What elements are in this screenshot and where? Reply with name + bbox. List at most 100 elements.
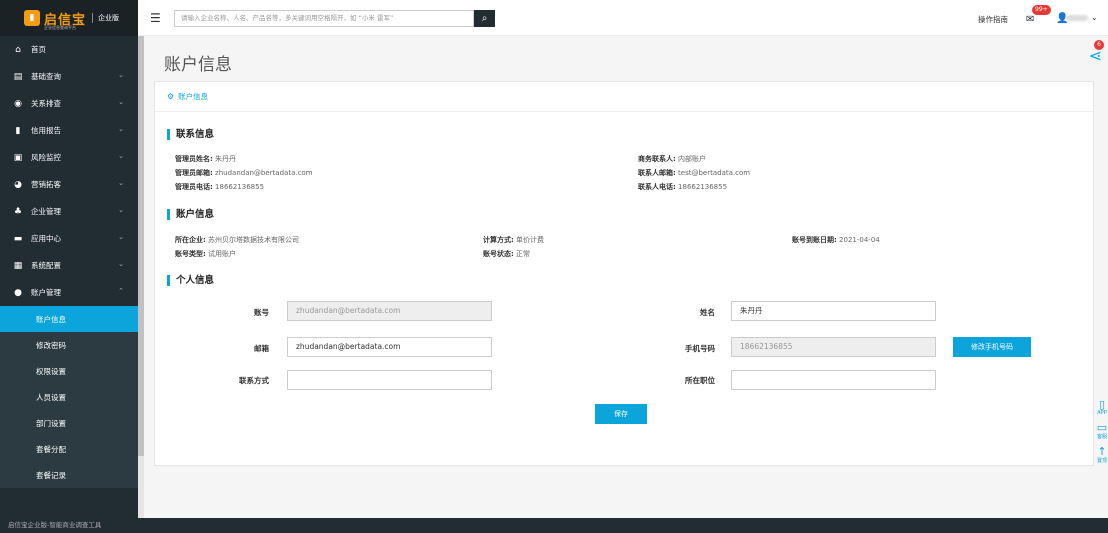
sidebar-item-label: 基础查询 xyxy=(31,72,61,81)
search-button[interactable]: ⌕ xyxy=(474,10,495,27)
chevron-down-icon: ⌄ xyxy=(118,179,124,187)
admin-phone: 管理员电话: 18662136855 xyxy=(175,183,265,191)
gear-icon: ⚙ xyxy=(167,92,175,101)
app-icon: ▬ xyxy=(13,233,23,244)
chevron-down-icon: ⌄ xyxy=(118,206,124,214)
sidebar-item-label: 账户管理 xyxy=(31,288,61,297)
email-field[interactable]: zhudandan@bertadata.com xyxy=(287,337,492,357)
footer: 启信宝企业版-智能商业调查工具 xyxy=(0,518,1108,533)
account-field: zhudandan@bertadata.com xyxy=(287,301,492,321)
contact-phone: 联系人电话: 18662136855 xyxy=(638,183,728,191)
chevron-down-icon: ⌄ xyxy=(118,233,124,241)
mobile-field: 18662136855 xyxy=(731,337,936,357)
phone-icon: ▯ xyxy=(1098,398,1106,411)
mail-icon[interactable]: ✉ xyxy=(1026,14,1034,25)
sidebar-item-system[interactable]: ▦ 系统配置 ⌄ xyxy=(0,252,138,279)
search-input[interactable]: 请输入企业名称、人名、产品名等，多关键词用空格隔开，如 “小米 雷军” xyxy=(174,10,474,27)
brand-edition: 企业版 xyxy=(92,13,119,23)
email-label: 邮箱 xyxy=(254,344,269,353)
main-content: 账户信息 ⋖ 6 ⚙ 账户信息 联系信息 管理员姓名: 朱丹丹 管理员邮箱: z… xyxy=(144,36,1108,518)
support-float-button[interactable]: ▭ 客服 xyxy=(1096,422,1108,440)
chevron-down-icon[interactable]: ⌄ xyxy=(1091,13,1098,22)
account-type: 账号类型: 试用账户 xyxy=(175,250,237,258)
sidebar-item-risk-monitor[interactable]: ▣ 风险监控 ⌄ xyxy=(0,144,138,171)
submenu-change-password[interactable]: 修改密码 xyxy=(0,332,138,358)
chevron-down-icon: ⌄ xyxy=(118,152,124,160)
contact-field[interactable] xyxy=(287,370,492,390)
submenu-permissions[interactable]: 权限设置 xyxy=(0,358,138,384)
sidebar-item-label: 关系排查 xyxy=(31,99,61,108)
sidebar-menu: ⌂ 首页 ▤ 基础查询 ⌄ ◉ 关系排查 ⌄ ▮ 信用报告 ⌄ ▣ 风险监控 ⌄ ◕ 营销拓客 ⌄ ♣… xyxy=(0,36,138,306)
grid-icon: ▦ xyxy=(13,260,23,271)
sidebar-item-enterprise[interactable]: ♣ 企业管理 ⌄ xyxy=(0,198,138,225)
position-label: 所在职位 xyxy=(685,376,715,385)
arrow-up-icon: ↑ xyxy=(1097,445,1107,458)
sidebar-item-home[interactable]: ⌂ 首页 xyxy=(0,36,138,63)
section-contact: 联系信息 xyxy=(167,129,214,140)
book-icon: ▮ xyxy=(15,125,21,136)
clipboard-icon: ▤ xyxy=(13,71,23,82)
submenu-staff[interactable]: 人员设置 xyxy=(0,384,138,410)
admin-name: 管理员姓名: 朱丹丹 xyxy=(175,155,237,163)
sidebar-item-label: 应用中心 xyxy=(31,234,61,243)
sitemap-icon: ♣ xyxy=(13,206,23,217)
chevron-down-icon: ⌄ xyxy=(118,260,124,268)
card-header: ⚙ 账户信息 xyxy=(155,82,1093,112)
submenu-department[interactable]: 部门设置 xyxy=(0,410,138,436)
contact-label: 联系方式 xyxy=(239,376,269,385)
search-icon: ⌕ xyxy=(481,13,488,24)
account-label: 账号 xyxy=(254,308,269,317)
sidebar-item-label: 企业管理 xyxy=(31,207,61,216)
billing-method: 计算方式: 单价计费 xyxy=(483,236,545,244)
section-account: 账户信息 xyxy=(167,209,214,220)
chat-icon: ▭ xyxy=(1096,421,1108,434)
sidebar-item-app-center[interactable]: ▬ 应用中心 ⌄ xyxy=(0,225,138,252)
chevron-down-icon: ⌄ xyxy=(118,71,124,79)
mobile-label: 手机号码 xyxy=(685,344,715,353)
sidebar-item-marketing[interactable]: ◕ 营销拓客 ⌄ xyxy=(0,171,138,198)
account-expiry: 账号到账日期: 2021-04-04 xyxy=(792,236,880,244)
network-icon: ◉ xyxy=(14,98,22,109)
account-card: ⚙ 账户信息 联系信息 管理员姓名: 朱丹丹 管理员邮箱: zhudandan@… xyxy=(154,81,1094,466)
account-submenu: 账户信息 修改密码 权限设置 人员设置 部门设置 套餐分配 套餐记录 xyxy=(0,306,138,488)
position-field[interactable] xyxy=(731,370,936,390)
home-icon: ⌂ xyxy=(15,44,21,55)
sidebar-item-basic-query[interactable]: ▤ 基础查询 ⌄ xyxy=(0,63,138,90)
sidebar-item-relation[interactable]: ◉ 关系排查 ⌄ xyxy=(0,90,138,117)
logo[interactable]: ▮ 启信宝 企业版 企业信息查询平台 xyxy=(0,0,138,36)
sidebar-item-label: 首页 xyxy=(31,45,46,54)
biz-contact: 商务联系人: 内部账户 xyxy=(638,155,707,163)
submenu-package-allocation[interactable]: 套餐分配 xyxy=(0,436,138,462)
name-label: 姓名 xyxy=(700,308,715,317)
sidebar-item-label: 系统配置 xyxy=(31,261,61,270)
submenu-account-info[interactable]: 账户信息 xyxy=(0,306,138,332)
page-title: 账户信息 xyxy=(164,55,232,75)
sidebar-item-credit-report[interactable]: ▮ 信用报告 ⌄ xyxy=(0,117,138,144)
section-personal: 个人信息 xyxy=(167,275,214,286)
monitor-icon: ▣ xyxy=(13,152,23,163)
chevron-down-icon: ⌄ xyxy=(118,125,124,133)
user-name-blurred[interactable] xyxy=(1066,15,1088,21)
guide-link[interactable]: 操作指南 xyxy=(978,14,1008,25)
admin-email: 管理员邮箱: zhudandan@bertadata.com xyxy=(175,169,313,177)
chevron-up-icon: ⌃ xyxy=(118,287,124,295)
submenu-package-records[interactable]: 套餐记录 xyxy=(0,462,138,488)
save-button[interactable]: 保存 xyxy=(595,404,647,424)
sidebar-item-account[interactable]: ● 账户管理 ⌃ xyxy=(0,279,138,306)
share-badge: 6 xyxy=(1094,40,1104,50)
chevron-down-icon: ⌄ xyxy=(118,98,124,106)
float-toolbar: ▯ APP ▭ 客服 ↑ 置顶 xyxy=(1096,399,1108,470)
logo-mark-icon: ▮ xyxy=(24,10,40,26)
top-float-button[interactable]: ↑ 置顶 xyxy=(1096,446,1108,464)
company: 所在企业: 苏州贝尔塔数据技术有限公司 xyxy=(175,236,300,244)
brand-tagline: 企业信息查询平台 xyxy=(44,25,76,30)
sidebar-item-label: 风险监控 xyxy=(31,153,61,162)
contact-email: 联系人邮箱: test@bertadata.com xyxy=(638,169,751,177)
sidebar-item-label: 营销拓客 xyxy=(31,180,61,189)
eye-icon: ◕ xyxy=(14,179,22,190)
change-mobile-button[interactable]: 修改手机号码 xyxy=(953,337,1031,357)
name-field[interactable]: 朱丹丹 xyxy=(731,301,936,321)
menu-toggle-icon[interactable]: ☰ xyxy=(150,11,161,25)
card-title: 账户信息 xyxy=(178,92,209,101)
app-float-button[interactable]: ▯ APP xyxy=(1096,399,1108,416)
